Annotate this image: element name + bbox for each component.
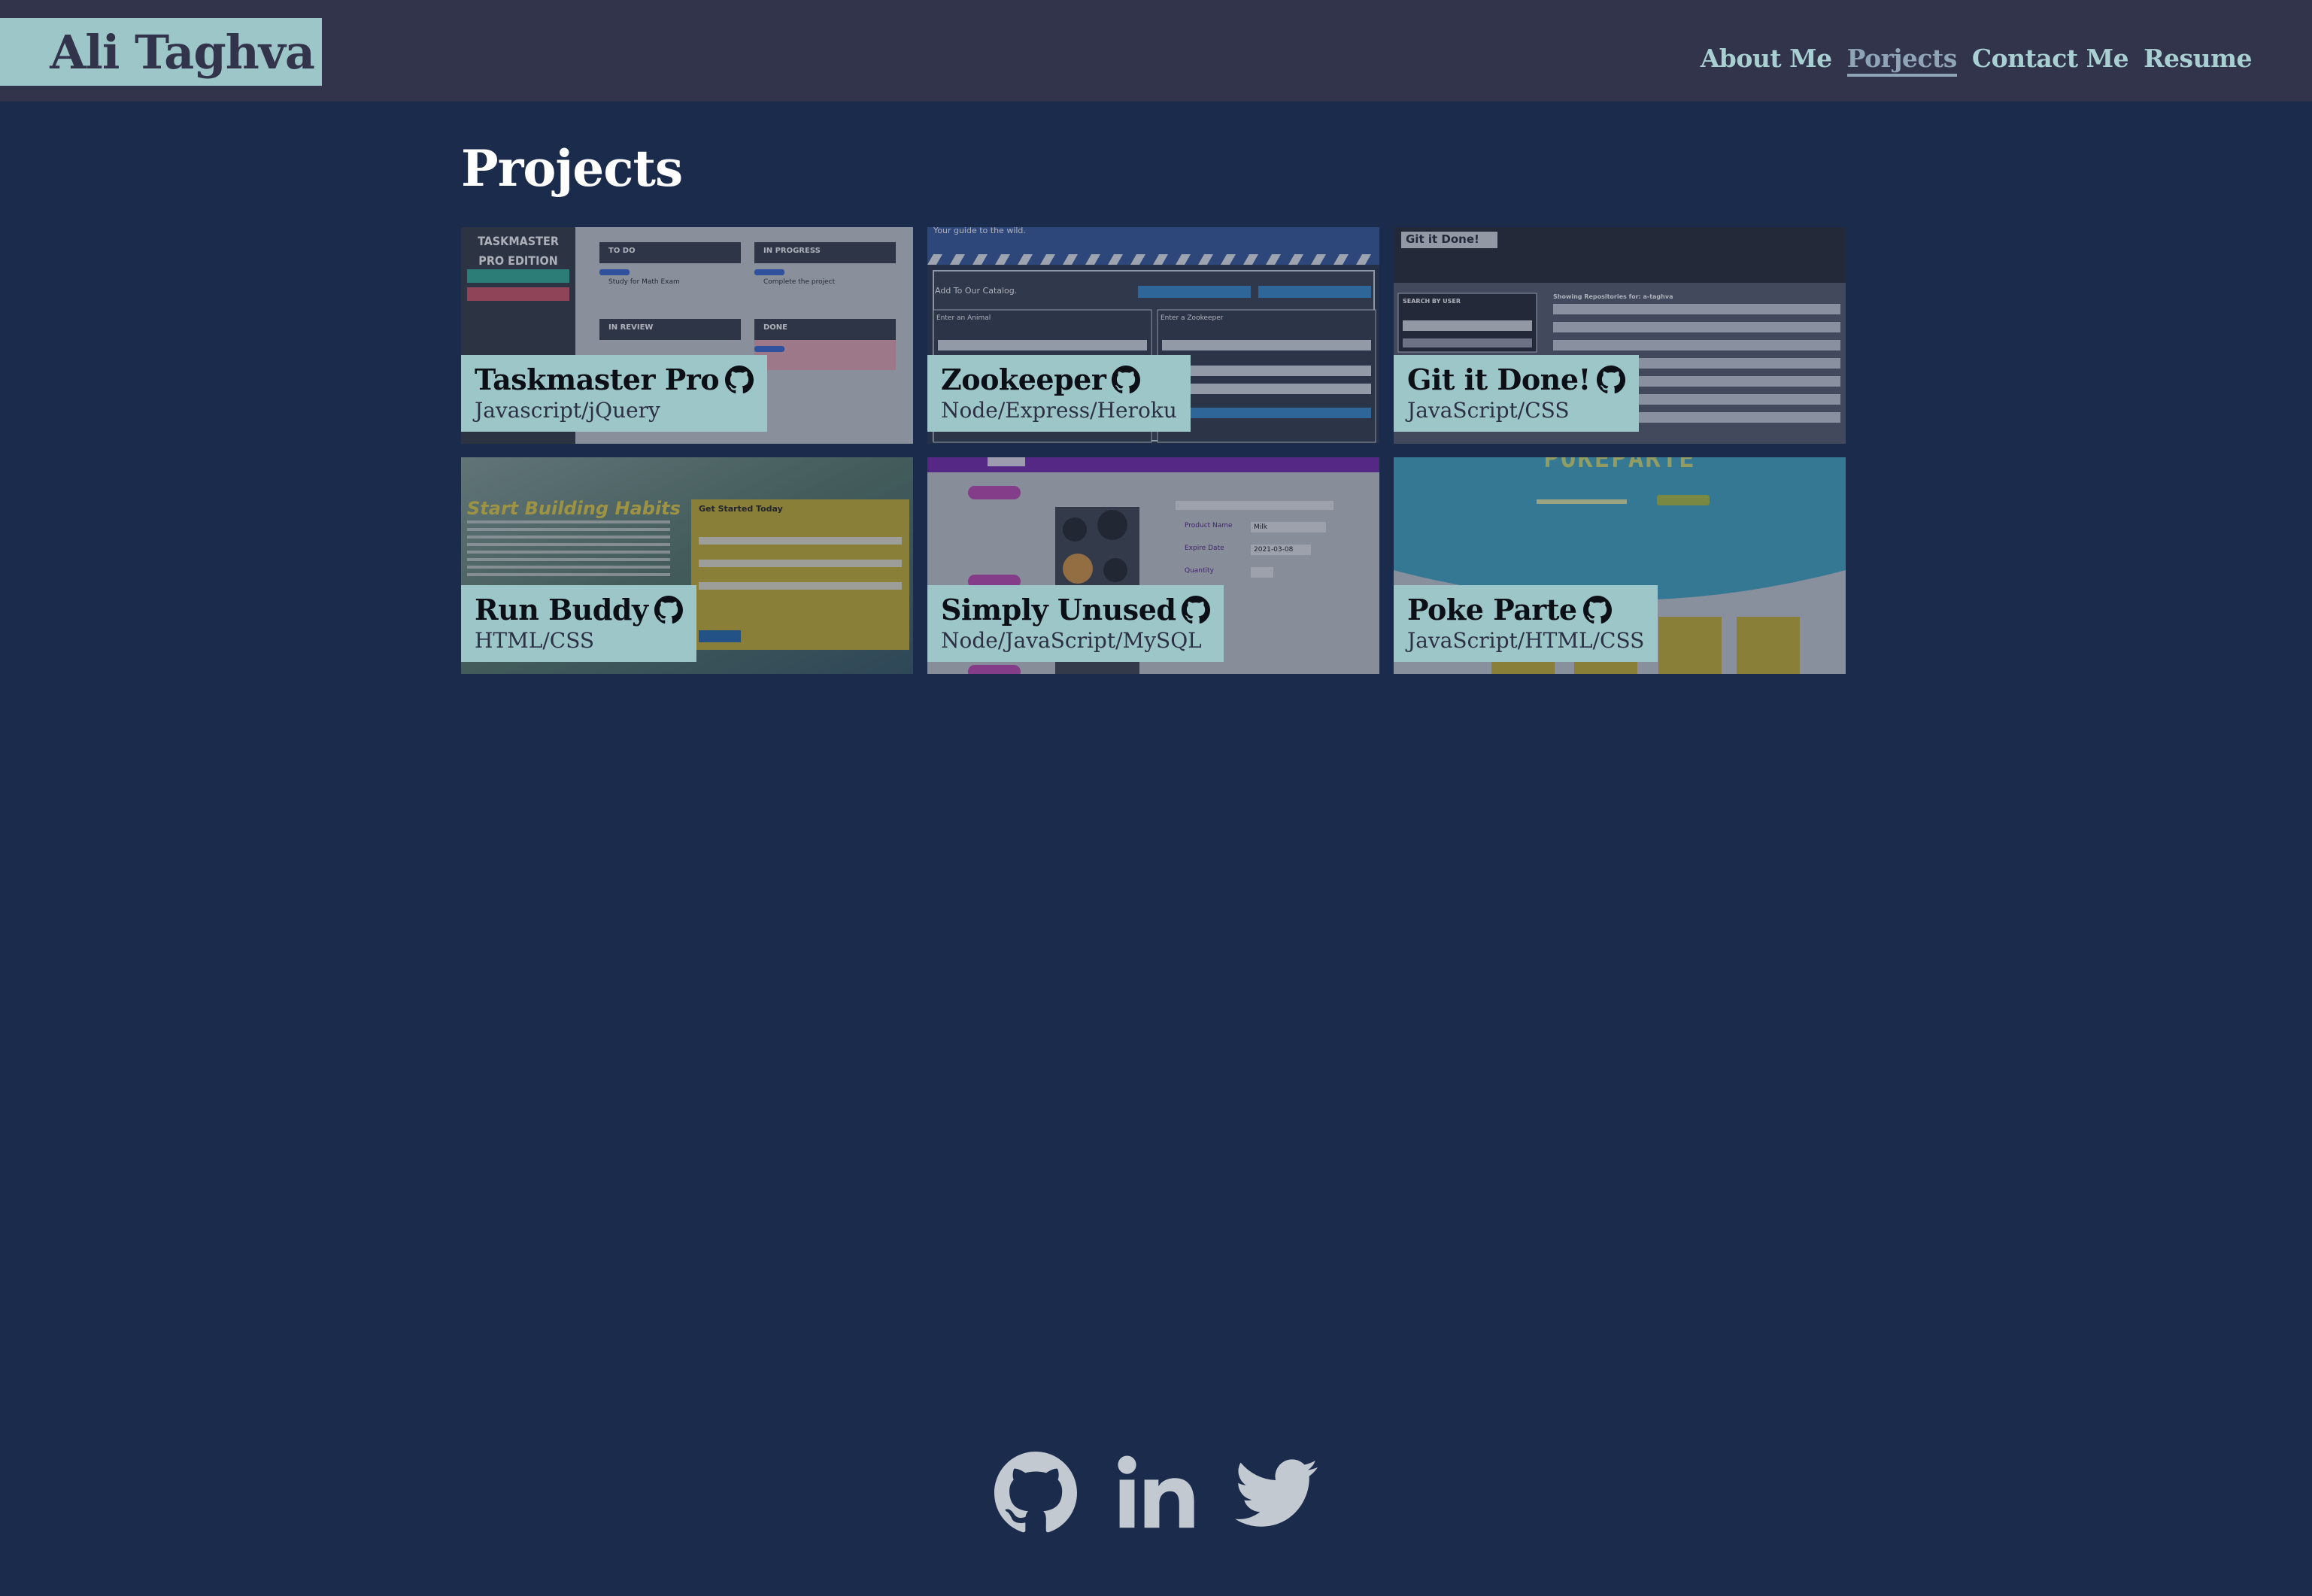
project-tech: Javascript/jQuery [475, 398, 660, 423]
github-icon[interactable] [725, 365, 754, 394]
project-caption: Run Buddy HTML/CSS [461, 585, 696, 662]
project-card-taskmaster[interactable]: TASKMASTER PRO EDITION TO DO IN PROGRESS… [461, 227, 913, 444]
github-icon[interactable] [1596, 365, 1625, 394]
project-tech: Node/JavaScript/MySQL [941, 628, 1202, 653]
project-tech: JavaScript/HTML/CSS [1407, 628, 1645, 653]
nav-projects[interactable]: Porjects [1846, 44, 1957, 77]
linkedin-icon[interactable] [1115, 1452, 1197, 1534]
project-caption: Poke Parte JavaScript/HTML/CSS [1394, 585, 1658, 662]
nav-contact-me[interactable]: Contact Me [1972, 44, 2129, 77]
project-title: Git it Done! [1407, 363, 1591, 396]
project-caption: Git it Done! JavaScript/CSS [1394, 355, 1639, 432]
project-card-zookeeper[interactable]: Your guide to the wild. Add To Our Catal… [927, 227, 1379, 444]
project-caption: Zookeeper Node/Express/Heroku [927, 355, 1191, 432]
project-card-git-it-done[interactable]: Git it Done! SEARCH BY USER Showing Repo… [1394, 227, 1846, 444]
project-card-poke-parte[interactable]: POKEPARTE Poke Parte JavaScript/HTML/CSS [1394, 457, 1846, 674]
nav-about-me[interactable]: About Me [1701, 44, 1832, 77]
github-icon[interactable] [1182, 595, 1211, 624]
site-header: Ali Taghva About Me Porjects Contact Me … [0, 0, 2312, 102]
project-tech: Node/Express/Heroku [941, 398, 1177, 423]
project-caption: Taskmaster Pro Javascript/jQuery [461, 355, 768, 432]
project-tech: HTML/CSS [475, 628, 595, 653]
project-title: Run Buddy [475, 593, 648, 627]
github-icon[interactable] [1112, 365, 1141, 394]
twitter-icon[interactable] [1235, 1452, 1318, 1534]
github-icon[interactable] [654, 595, 683, 624]
project-caption: Simply Unused Node/JavaScript/MySQL [927, 585, 1224, 662]
github-icon[interactable] [1582, 595, 1612, 624]
brand-name: Ali Taghva [50, 24, 315, 80]
page-title: Projects [461, 139, 683, 198]
project-title: Taskmaster Pro [475, 363, 720, 396]
project-card-simply-unused[interactable]: Product Name Expire Date Quantity Milk 2… [927, 457, 1379, 674]
project-card-run-buddy[interactable]: Start Building Habits Get Started Today … [461, 457, 913, 674]
brand-logo[interactable]: Ali Taghva [0, 18, 322, 86]
project-title: Zookeeper [941, 363, 1106, 396]
github-icon[interactable] [994, 1452, 1077, 1534]
main-nav: About Me Porjects Contact Me Resume [1701, 44, 2252, 77]
project-tech: JavaScript/CSS [1407, 398, 1570, 423]
project-title: Poke Parte [1407, 593, 1577, 627]
nav-resume[interactable]: Resume [2144, 44, 2252, 77]
site-footer [0, 1452, 2312, 1542]
project-title: Simply Unused [941, 593, 1176, 627]
projects-grid: TASKMASTER PRO EDITION TO DO IN PROGRESS… [461, 227, 1846, 674]
